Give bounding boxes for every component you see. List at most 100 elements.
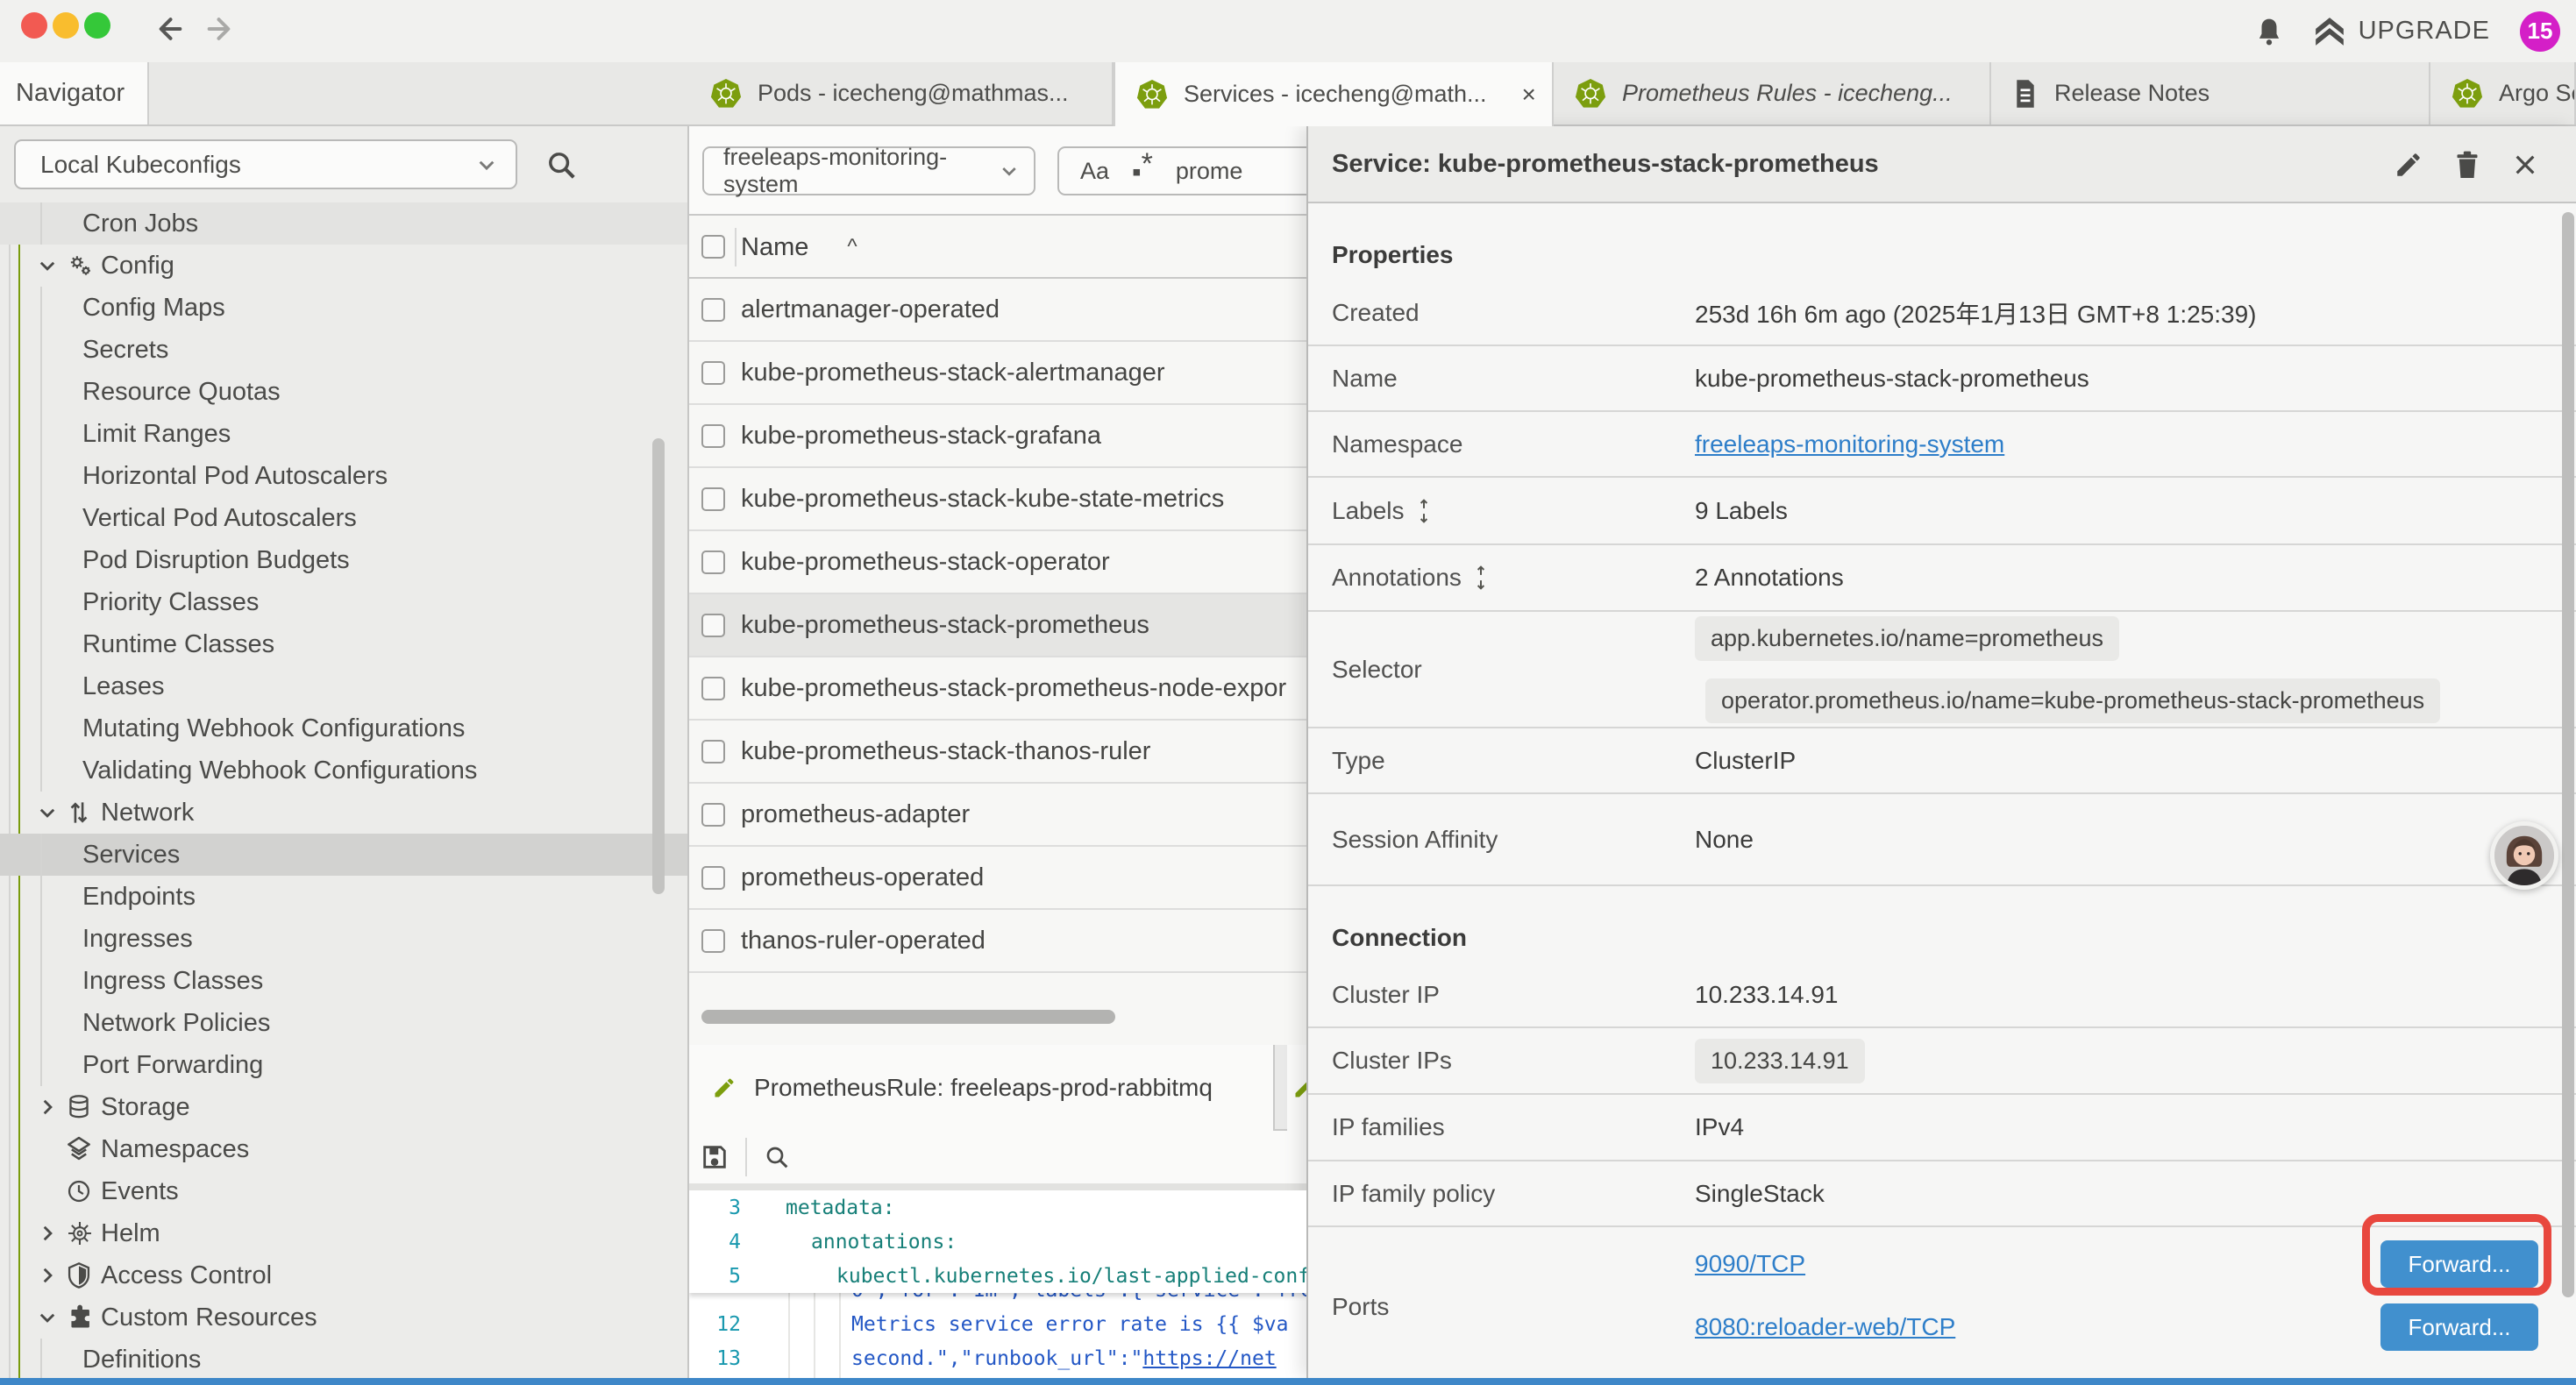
port-link[interactable]: 9090/TCP (1695, 1250, 1805, 1277)
table-row[interactable]: kube-prometheus-stack-grafana (689, 405, 1306, 468)
tab-pods[interactable]: Pods - icecheng@mathmas... (689, 62, 1114, 124)
row-checkbox[interactable] (701, 550, 725, 574)
editor-search-icon[interactable] (763, 1143, 791, 1171)
kubeconfig-selector[interactable]: Local Kubeconfigs (14, 139, 517, 189)
sidebar-item-secrets[interactable]: Secrets (0, 329, 689, 371)
row-checkbox[interactable] (701, 740, 725, 764)
sidebar-scrollbar-thumb[interactable] (652, 438, 665, 894)
row-checkbox[interactable] (701, 929, 725, 953)
table-row[interactable]: prometheus-operated (689, 847, 1306, 910)
sidebar-item-vertical-pod-autoscalers[interactable]: Vertical Pod Autoscalers (0, 497, 689, 539)
chevron-down-icon[interactable] (37, 1307, 60, 1328)
sidebar-item-limit-ranges[interactable]: Limit Ranges (0, 413, 689, 455)
chevron-right-icon[interactable] (37, 1265, 60, 1286)
close-icon[interactable] (2511, 151, 2539, 179)
table-row[interactable]: thanos-ruler-operated (689, 910, 1306, 973)
sidebar-item-network[interactable]: Network (0, 792, 689, 834)
sidebar-item-services[interactable]: Services (0, 834, 689, 876)
tab-release[interactable]: Release Notes (1991, 62, 2430, 124)
sidebar-search-icon[interactable] (542, 146, 580, 184)
back-arrow-icon[interactable] (151, 11, 186, 46)
yaml-editor[interactable]: 3metadata:4annotations:5kubectl.kubernet… (689, 1190, 1306, 1378)
row-checkbox[interactable] (701, 487, 725, 511)
sidebar-item-definitions[interactable]: Definitions (0, 1339, 689, 1378)
horizontal-scrollbar-thumb[interactable] (701, 1010, 1115, 1024)
table-row[interactable]: kube-prometheus-stack-thanos-ruler (689, 721, 1306, 784)
upgrade-button[interactable]: UPGRADE (2313, 16, 2490, 47)
table-row[interactable]: kube-prometheus-stack-prometheus (689, 594, 1306, 657)
tab-services[interactable]: Services - icecheng@math...× (1114, 62, 1554, 126)
table-row[interactable]: kube-prometheus-stack-prometheus-node-ex… (689, 657, 1306, 721)
sidebar-item-pod-disruption-budgets[interactable]: Pod Disruption Budgets (0, 539, 689, 581)
editor-tab-prometheusrule[interactable]: PrometheusRule: freeleaps-prod-rabbitmq (689, 1045, 1275, 1131)
namespace-selector[interactable]: freeleaps-monitoring-system (702, 146, 1035, 195)
table-search-input[interactable]: Aa ▪* prome (1057, 146, 1306, 195)
sidebar-item-config-maps[interactable]: Config Maps (0, 287, 689, 329)
sidebar-item-resource-quotas[interactable]: Resource Quotas (0, 371, 689, 413)
code-link[interactable]: https://net (1142, 1347, 1276, 1370)
forward-button[interactable]: Forward... (2380, 1240, 2538, 1288)
minimize-window-button[interactable] (53, 12, 79, 39)
sidebar-item-access-control[interactable]: Access Control (0, 1254, 689, 1296)
name-column-header[interactable]: Name (741, 233, 808, 262)
table-row[interactable]: alertmanager-operated (689, 279, 1306, 342)
sidebar-item-horizontal-pod-autoscalers[interactable]: Horizontal Pod Autoscalers (0, 455, 689, 497)
chevron-down-icon[interactable] (37, 255, 60, 276)
sidebar-item-port-forwarding[interactable]: Port Forwarding (0, 1044, 689, 1086)
save-icon[interactable] (700, 1142, 729, 1172)
edit-icon[interactable] (2394, 150, 2423, 180)
sidebar-item-namespaces[interactable]: Namespaces (0, 1128, 689, 1170)
close-window-button[interactable] (21, 12, 47, 39)
row-checkbox[interactable] (701, 677, 725, 700)
table-row[interactable]: kube-prometheus-stack-kube-state-metrics (689, 468, 1306, 531)
avatar[interactable] (2490, 821, 2558, 890)
sidebar-item-endpoints[interactable]: Endpoints (0, 876, 689, 918)
table-row[interactable]: kube-prometheus-stack-alertmanager (689, 342, 1306, 405)
table-row[interactable]: kube-prometheus-stack-operator (689, 531, 1306, 594)
chevron-right-icon[interactable] (37, 1097, 60, 1118)
sidebar-item-ingress-classes[interactable]: Ingress Classes (0, 960, 689, 1002)
row-checkbox[interactable] (701, 866, 725, 890)
match-case-toggle[interactable]: Aa (1080, 158, 1109, 185)
chevron-down-icon[interactable] (37, 802, 60, 823)
row-checkbox[interactable] (701, 424, 725, 448)
bell-icon[interactable] (2255, 17, 2283, 46)
row-checkbox[interactable] (701, 803, 725, 827)
sidebar-item-network-policies[interactable]: Network Policies (0, 1002, 689, 1044)
sidebar-item-ingresses[interactable]: Ingresses (0, 918, 689, 960)
sidebar-item-mutating-webhook-configurations[interactable]: Mutating Webhook Configurations (0, 707, 689, 749)
sidebar-item-priority-classes[interactable]: Priority Classes (0, 581, 689, 623)
regex-toggle[interactable]: ▪* (1132, 154, 1153, 188)
forward-button[interactable]: Forward... (2380, 1303, 2538, 1351)
sidebar-item-storage[interactable]: Storage (0, 1086, 689, 1128)
row-checkbox[interactable] (701, 298, 725, 322)
row-checkbox[interactable] (701, 361, 725, 385)
notification-badge[interactable]: 15 (2520, 11, 2560, 52)
row-checkbox[interactable] (701, 614, 725, 637)
sidebar-item-config[interactable]: Config (0, 245, 689, 287)
forward-arrow-icon[interactable] (203, 11, 238, 46)
port-link[interactable]: 8080:reloader-web/TCP (1695, 1313, 1955, 1340)
editor-tab-partial[interactable] (1287, 1045, 1306, 1131)
tab-close-icon[interactable]: × (1522, 81, 1536, 109)
sidebar-item-custom-resources[interactable]: Custom Resources (0, 1296, 689, 1339)
sidebar-item-runtime-classes[interactable]: Runtime Classes (0, 623, 689, 665)
sidebar-item-validating-webhook-configurations[interactable]: Validating Webhook Configurations (0, 749, 689, 792)
zoom-window-button[interactable] (84, 12, 110, 39)
table-row[interactable]: prometheus-adapter (689, 784, 1306, 847)
sidebar-item-leases[interactable]: Leases (0, 665, 689, 707)
sidebar-item-cron-jobs[interactable]: Cron Jobs (0, 202, 689, 245)
navigator-panel-tab[interactable]: Navigator (0, 62, 149, 124)
sidebar-item-helm[interactable]: Helm (0, 1212, 689, 1254)
namespace-link[interactable]: freeleaps-monitoring-system (1695, 430, 2004, 458)
delete-icon[interactable] (2453, 150, 2481, 180)
select-all-checkbox[interactable] (701, 235, 725, 259)
editor-tabstrip: PrometheusRule: freeleaps-prod-rabbitmq (689, 1045, 1306, 1131)
tab-argo[interactable]: Argo Se (2430, 62, 2576, 124)
chevron-right-icon[interactable] (37, 1223, 60, 1244)
sidebar-item-events[interactable]: Events (0, 1170, 689, 1212)
sort-ascending-icon[interactable]: ^ (847, 235, 857, 259)
drawer-scrollbar-thumb[interactable] (2562, 212, 2574, 1297)
tab-prometheus[interactable]: Prometheus Rules - icecheng... (1554, 62, 1991, 124)
service-name: prometheus-adapter (741, 800, 970, 829)
